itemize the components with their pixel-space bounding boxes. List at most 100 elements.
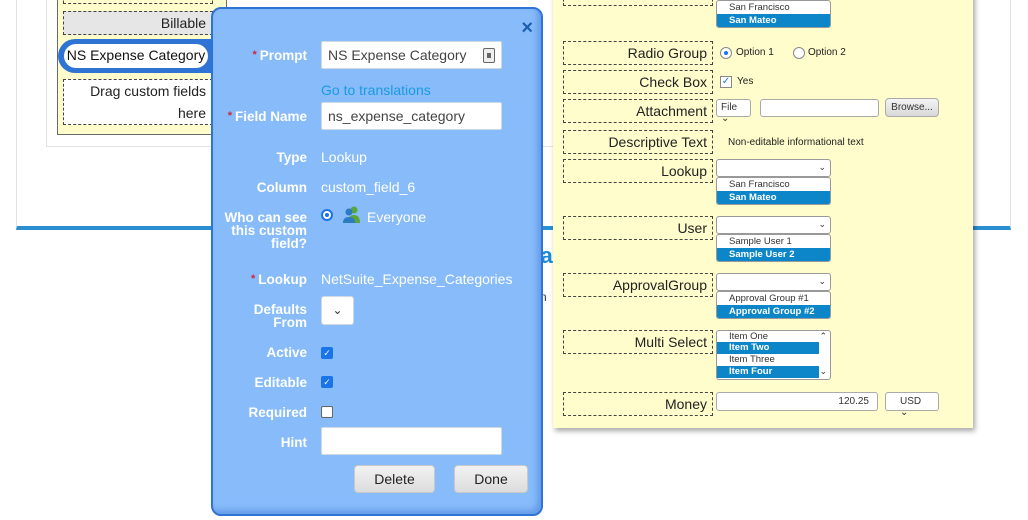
everyone-label: Everyone	[367, 209, 427, 225]
label-radio-group[interactable]: Radio Group	[563, 41, 713, 65]
defaults-from-label-line: From	[273, 315, 307, 330]
list-option[interactable]: Sample User 1	[717, 235, 830, 248]
editable-checkbox[interactable]: ✓	[321, 376, 333, 388]
close-icon[interactable]: ×	[521, 17, 533, 40]
browse-button[interactable]: Browse...	[885, 98, 939, 117]
attachment-file-input[interactable]	[760, 99, 879, 117]
chevron-down-icon: ⌄	[900, 407, 909, 418]
required-marker: *	[227, 110, 232, 122]
label-attachment[interactable]: Attachment	[563, 99, 713, 123]
descriptive-text: Non-editable informational text	[728, 137, 864, 148]
slot-label: Billable	[160, 15, 206, 31]
label-check-box[interactable]: Check Box	[563, 70, 713, 94]
delete-button[interactable]: Delete	[354, 465, 435, 493]
approval-group-select[interactable]: ⌄	[716, 273, 831, 291]
chevron-down-icon: ⌄	[332, 303, 343, 317]
list-option-selected[interactable]: Item Four	[717, 366, 819, 378]
radio-option-1-label: Option 1	[736, 47, 774, 58]
visibility-label: Who can see this custom field?	[224, 211, 307, 251]
column-label: Column	[256, 180, 307, 195]
list-option[interactable]: San Francisco	[717, 178, 830, 191]
list-option[interactable]: Approval Group #1	[717, 292, 830, 305]
defaults-from-label: Defaults From	[254, 303, 307, 330]
editable-label: Editable	[254, 375, 307, 390]
hint-label: Hint	[280, 435, 307, 450]
required-marker: *	[250, 273, 256, 285]
required-marker: *	[252, 49, 257, 61]
attachment-type-select[interactable]: File ⌄	[716, 99, 751, 124]
done-button[interactable]: Done	[454, 465, 528, 493]
drag-hint-line1: Drag custom fields	[90, 83, 206, 99]
custom-field-dialog: × * Prompt NS Expense Category Go to tran…	[211, 7, 543, 516]
lookup-listbox[interactable]: San Francisco San Mateo	[716, 177, 831, 205]
required-label: Required	[248, 405, 307, 420]
form-label-partial[interactable]	[563, 0, 713, 6]
active-checkbox[interactable]: ✓	[321, 347, 333, 359]
field-name-input[interactable]: ns_expense_category	[321, 102, 502, 130]
everyone-radio[interactable]	[321, 209, 333, 221]
scroll-down-icon[interactable]: ⌄	[819, 366, 827, 377]
radio-option-2[interactable]	[793, 47, 805, 59]
prompt-input[interactable]: NS Expense Category	[321, 41, 502, 69]
scroll-up-icon[interactable]: ⌃	[819, 331, 827, 342]
prompt-value: NS Expense Category	[328, 47, 467, 63]
field-slot-billable[interactable]: Billable	[63, 11, 213, 35]
list-option[interactable]: San Francisco	[717, 1, 830, 14]
currency-select[interactable]: USD ⌄	[885, 392, 939, 418]
label-approval-group[interactable]: ApprovalGroup	[563, 273, 713, 297]
label-money[interactable]: Money	[563, 392, 713, 416]
currency-value: USD	[900, 396, 922, 407]
list-option-selected[interactable]: Approval Group #2	[717, 305, 830, 318]
drag-hint-line2: here	[177, 105, 206, 121]
column-value: custom_field_6	[321, 179, 416, 195]
list-option-selected[interactable]: San Mateo	[717, 191, 830, 204]
selected-field-pill[interactable]: NS Expense Category	[58, 39, 216, 73]
translate-icon[interactable]	[483, 48, 495, 63]
list-option[interactable]: Item Three	[717, 354, 819, 366]
checkbox-yes-label: Yes	[737, 76, 754, 87]
hint-input[interactable]	[321, 427, 502, 455]
lookup-label-text: Lookup	[258, 272, 307, 287]
field-name-label-text: Field Name	[234, 109, 307, 124]
field-name-label: * Field Name	[227, 109, 307, 124]
list-option-selected[interactable]: Item Two	[717, 342, 819, 354]
list-option[interactable]: Item One	[717, 331, 819, 342]
field-slot[interactable]	[63, 0, 213, 4]
defaults-from-select[interactable]: ⌄	[321, 296, 354, 325]
drag-drop-zone[interactable]: Drag custom fields here	[63, 79, 213, 125]
list-option-selected[interactable]: San Mateo	[717, 14, 830, 27]
top-listbox[interactable]: San Francisco San Mateo	[716, 0, 831, 28]
prompt-label-text: Prompt	[259, 48, 307, 63]
radio-option-2-label: Option 2	[808, 47, 846, 58]
lookup-value: NetSuite_Expense_Categories	[321, 271, 513, 287]
label-multi-select[interactable]: Multi Select	[563, 330, 713, 354]
checkbox-yes[interactable]: ✓	[720, 76, 732, 88]
prompt-label: * Prompt	[252, 48, 307, 63]
label-user[interactable]: User	[563, 216, 713, 240]
approval-group-listbox[interactable]: Approval Group #1 Approval Group #2	[716, 291, 831, 319]
chevron-down-icon: ⌄	[818, 162, 826, 172]
lookup-select[interactable]: ⌄	[716, 159, 831, 177]
type-value: Lookup	[321, 149, 367, 165]
user-listbox[interactable]: Sample User 1 Sample User 2	[716, 234, 831, 262]
lookup-label: * Lookup	[250, 272, 307, 287]
required-checkbox[interactable]	[321, 406, 333, 418]
user-select[interactable]: ⌄	[716, 216, 831, 234]
attachment-type-value: File	[721, 102, 738, 113]
visibility-label-line: field?	[271, 236, 307, 251]
chevron-down-icon: ⌄	[721, 113, 730, 124]
type-label: Type	[276, 150, 307, 165]
form-preview-panel: San Francisco San Mateo Radio Group Opti…	[553, 0, 973, 428]
label-lookup[interactable]: Lookup	[563, 159, 713, 183]
money-amount-input[interactable]: 120.25	[716, 392, 878, 411]
radio-option-1[interactable]	[720, 47, 732, 59]
chevron-down-icon: ⌄	[818, 276, 826, 286]
selected-field-label: NS Expense Category	[64, 44, 208, 68]
people-icon	[343, 206, 360, 223]
label-descriptive-text[interactable]: Descriptive Text	[563, 130, 713, 154]
active-label: Active	[266, 345, 307, 360]
list-option-selected[interactable]: Sample User 2	[717, 248, 830, 261]
chevron-down-icon: ⌄	[818, 219, 826, 229]
multi-select-listbox[interactable]: Item One Item Two Item Three Item Four ⌃…	[716, 330, 831, 380]
go-to-translations-link[interactable]: Go to translations	[321, 82, 431, 98]
